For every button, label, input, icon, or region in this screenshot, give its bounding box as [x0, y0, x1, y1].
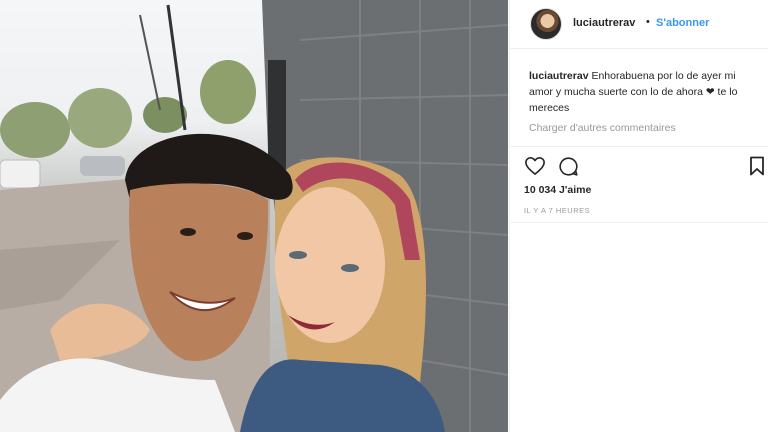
likes-count[interactable]: 10 034 J'aime [524, 184, 591, 196]
divider [510, 222, 768, 223]
follow-button[interactable]: S'abonner [656, 17, 709, 29]
divider [510, 146, 768, 147]
load-more-comments[interactable]: Charger d'autres commentaires [529, 122, 676, 134]
username-link[interactable]: luciautrerav [573, 17, 635, 29]
heart-outline-icon[interactable] [524, 156, 546, 181]
post-photo [0, 0, 508, 432]
selfie-illustration [0, 0, 508, 432]
post-caption: luciautrerav Enhorabuena por lo de ayer … [529, 68, 759, 116]
caption-username[interactable]: luciautrerav [529, 70, 589, 82]
post-timestamp: IL Y A 7 HEURES [524, 206, 591, 215]
post-sidebar: luciautrerav • S'abonner luciautrerav En… [509, 0, 768, 432]
speech-bubble-icon[interactable] [558, 156, 579, 182]
bookmark-icon[interactable] [749, 156, 765, 181]
separator-dot: • [646, 16, 650, 28]
avatar[interactable] [530, 8, 562, 40]
post-header: luciautrerav • S'abonner [510, 0, 768, 49]
